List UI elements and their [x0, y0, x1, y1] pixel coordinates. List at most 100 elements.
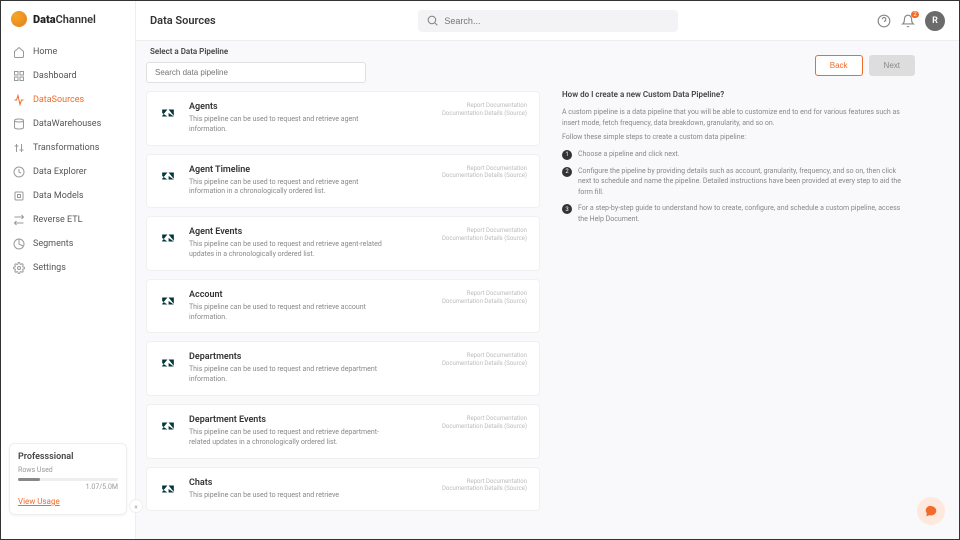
nav-label: Settings [33, 263, 66, 273]
pipeline-card[interactable]: Chats This pipeline can be used to reques… [146, 467, 540, 512]
zendesk-icon [159, 417, 177, 435]
settings-icon [13, 262, 25, 274]
pipeline-meta: Report DocumentationDocumentation Detail… [442, 165, 527, 181]
next-button[interactable]: Next [869, 55, 915, 76]
nav-reverse-etl[interactable]: Reverse ETL [5, 209, 131, 231]
home-icon [13, 46, 25, 58]
pipeline-card[interactable]: Departments This pipeline can be used to … [146, 341, 540, 396]
step-text: Configure the pipeline by providing deta… [578, 166, 905, 198]
segments-icon [13, 238, 25, 250]
plan-usage-bar [18, 478, 118, 481]
help-sub: Follow these simple steps to create a cu… [562, 132, 905, 143]
nav-label: Segments [33, 239, 73, 249]
pipeline-desc: This pipeline can be used to request and… [189, 365, 389, 385]
help-panel: How do I create a new Custom Data Pipeli… [560, 90, 945, 224]
notification-icon[interactable]: 2 [901, 14, 915, 28]
plan-rows-label: Rows Used [18, 466, 118, 474]
help-icon[interactable] [877, 14, 891, 28]
nav-transformations[interactable]: Transformations [5, 137, 131, 159]
pipeline-title: Departments [189, 352, 430, 362]
header: Data Sources 2 R [136, 1, 959, 41]
models-icon [13, 190, 25, 202]
pipeline-desc: This pipeline can be used to request and… [189, 303, 389, 323]
nav-segments[interactable]: Segments [5, 233, 131, 255]
avatar[interactable]: R [925, 11, 945, 31]
pipeline-desc: This pipeline can be used to request and… [189, 428, 389, 448]
pipeline-list[interactable]: Agents This pipeline can be used to reque… [146, 91, 546, 533]
pipeline-search-input[interactable] [146, 62, 366, 83]
pipeline-card[interactable]: Account This pipeline can be used to requ… [146, 279, 540, 334]
search-input[interactable] [444, 16, 669, 26]
step-number: 2 [562, 167, 572, 177]
pipeline-desc: This pipeline can be used to request and… [189, 115, 389, 135]
help-intro: A custom pipeline is a data pipeline tha… [562, 107, 905, 128]
transform-icon [13, 142, 25, 154]
nav-explorer[interactable]: Data Explorer [5, 161, 131, 183]
nav-label: Data Models [33, 191, 84, 201]
nav-datasources[interactable]: DataSources [5, 89, 131, 111]
pipeline-card[interactable]: Department Events This pipeline can be us… [146, 404, 540, 459]
nav-dashboard[interactable]: Dashboard [5, 65, 131, 87]
zendesk-icon [159, 229, 177, 247]
plan-box: Professsional Rows Used 1.07/5.0M View U… [9, 443, 127, 515]
pipeline-desc: This pipeline can be used to request and… [189, 178, 389, 198]
step-number: 1 [562, 150, 572, 160]
pipeline-meta: Report DocumentationDocumentation Detail… [442, 415, 527, 431]
step-text: Choose a pipeline and click next. [578, 149, 680, 160]
brand-logo-icon [11, 11, 27, 27]
brand-name: DataChannel [33, 13, 96, 26]
notification-badge: 2 [911, 11, 919, 18]
help-title: How do I create a new Custom Data Pipeli… [562, 90, 905, 99]
pipeline-title: Department Events [189, 415, 430, 425]
brand-logo[interactable]: DataChannel [1, 1, 135, 41]
pipeline-meta: Report DocumentationDocumentation Detail… [442, 352, 527, 368]
pipeline-title: Agent Events [189, 227, 430, 237]
nav-models[interactable]: Data Models [5, 185, 131, 207]
plan-rows-value: 1.07/5.0M [18, 483, 118, 491]
nav-label: Home [33, 47, 57, 57]
dashboard-icon [13, 70, 25, 82]
page-title: Data Sources [150, 14, 216, 27]
pipeline-meta: Report DocumentationDocumentation Detail… [442, 227, 527, 243]
zendesk-icon [159, 292, 177, 310]
pipeline-title: Chats [189, 478, 430, 488]
datasources-icon [13, 94, 25, 106]
nav-settings[interactable]: Settings [5, 257, 131, 279]
pipeline-meta: Report DocumentationDocumentation Detail… [442, 478, 527, 494]
view-usage-link[interactable]: View Usage [18, 497, 118, 506]
nav-list: Home Dashboard DataSources DataWarehouse… [1, 41, 135, 279]
nav-datawarehouses[interactable]: DataWarehouses [5, 113, 131, 135]
help-step: 1 Choose a pipeline and click next. [562, 149, 905, 160]
nav-label: Reverse ETL [33, 215, 82, 225]
pipeline-card[interactable]: Agent TimelineThis pipeline can be used … [146, 154, 540, 209]
pipeline-title: Agents [189, 102, 430, 112]
global-search[interactable] [418, 10, 678, 32]
chat-icon [924, 504, 938, 518]
help-step: 3For a step-by-step guide to understand … [562, 203, 905, 224]
zendesk-icon [159, 480, 177, 498]
pipeline-title: Account [189, 290, 430, 300]
nav-home[interactable]: Home [5, 41, 131, 63]
zendesk-icon [159, 167, 177, 185]
nav-label: Data Explorer [33, 167, 87, 177]
reverse-etl-icon [13, 214, 25, 226]
step-text: For a step-by-step guide to understand h… [578, 203, 905, 224]
pipeline-card[interactable]: Agent Events This pipeline can be used to… [146, 216, 540, 271]
pipeline-card[interactable]: Agents This pipeline can be used to reque… [146, 91, 540, 146]
pipeline-desc: This pipeline can be used to request and… [189, 240, 389, 260]
pipeline-meta: Report DocumentationDocumentation Detail… [442, 290, 527, 306]
wizard-buttons: Back Next [560, 55, 945, 76]
warehouse-icon [13, 118, 25, 130]
chat-fab[interactable] [917, 497, 945, 525]
zendesk-icon [159, 354, 177, 372]
back-button[interactable]: Back [815, 55, 863, 76]
zendesk-icon [159, 104, 177, 122]
nav-label: DataWarehouses [33, 119, 101, 129]
help-steps: 1 Choose a pipeline and click next. 2 Confi… [562, 149, 905, 225]
nav-label: DataSources [33, 95, 84, 105]
main-content: Select a Data Pipeline AgentsThis pipeli… [136, 41, 959, 539]
pipeline-desc: This pipeline can be used to request and… [189, 491, 389, 501]
sidebar: DataChannel Home Dashboard DataSources D… [1, 1, 136, 539]
nav-label: Transformations [33, 143, 99, 153]
explorer-icon [13, 166, 25, 178]
